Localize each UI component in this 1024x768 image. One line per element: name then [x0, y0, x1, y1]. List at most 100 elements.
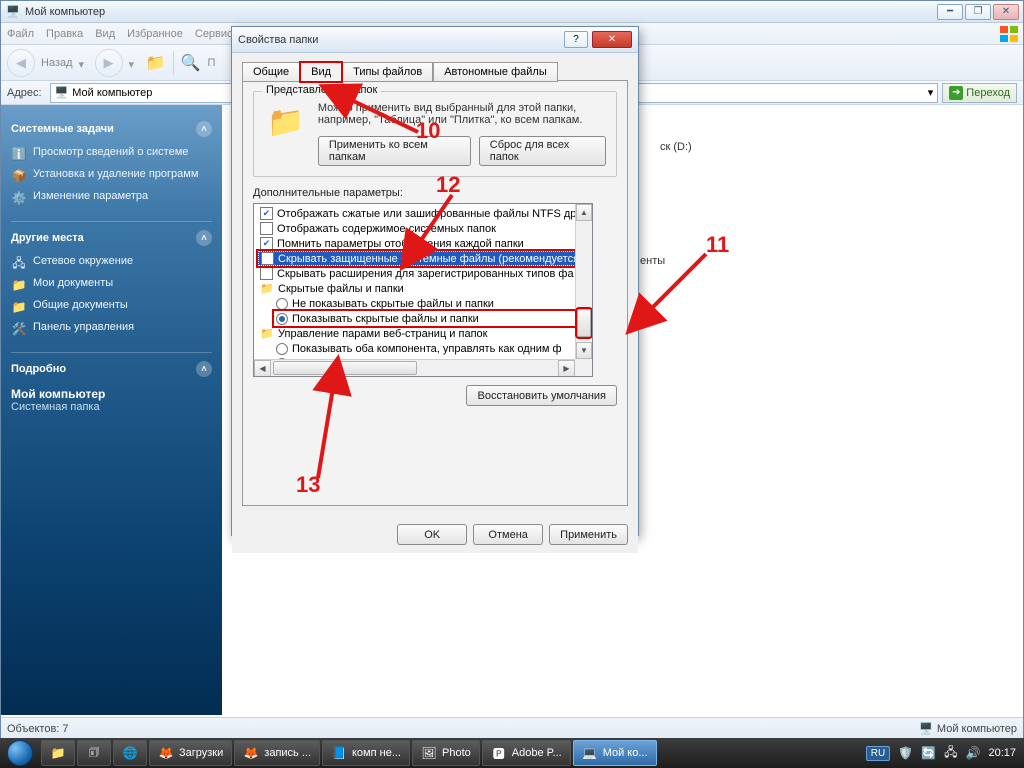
start-button[interactable]	[0, 738, 40, 768]
tab-view[interactable]: Вид	[300, 62, 342, 82]
tab-general[interactable]: Общие	[242, 62, 300, 82]
computer-icon: 🖥️	[919, 722, 933, 735]
back-button[interactable]: ◀	[7, 49, 35, 77]
menu-favorites[interactable]: Избранное	[127, 28, 183, 40]
group-text-2: например, "Таблица" или "Плитка", ко все…	[318, 114, 606, 126]
tray-network-icon[interactable]: 🖧	[944, 743, 957, 764]
sidebar-item-settings[interactable]: ⚙️Изменение параметра	[11, 187, 212, 209]
folder-view-icon: 📁	[264, 102, 308, 142]
gear-icon: ⚙️	[11, 190, 27, 206]
tree-checkbox-option[interactable]: Отображать содержимое системных папок	[258, 221, 590, 236]
go-button[interactable]: ➔ Переход	[942, 83, 1017, 103]
menu-view[interactable]: Вид	[95, 28, 115, 40]
tray-updates-icon[interactable]: 🔄	[921, 746, 936, 760]
item-disk-d[interactable]: ск (D:)	[660, 141, 692, 153]
up-folder-icon[interactable]: 📁	[145, 52, 167, 74]
taskbar-item[interactable]: 📁	[41, 740, 75, 766]
sidebar-item-sysinfo[interactable]: ℹ️Просмотр сведений о системе	[11, 143, 212, 165]
tree-checkbox-option[interactable]: Скрывать расширения для зарегистрированн…	[258, 266, 590, 281]
checkbox-icon[interactable]	[260, 222, 273, 235]
tree-radio-option[interactable]: Показывать скрытые файлы и папки	[274, 311, 590, 326]
horizontal-scrollbar[interactable]: ◀ ▶	[254, 359, 575, 376]
menu-tools[interactable]: Сервис	[195, 28, 233, 40]
taskbar-item[interactable]: 🖼Photo	[412, 740, 480, 766]
back-dropdown-icon[interactable]: ▾	[79, 58, 89, 68]
advanced-params-list[interactable]: ✔ Отображать сжатые или зашифрованные фай…	[253, 203, 593, 377]
sidebar-item-network[interactable]: 🖧Сетевое окружение	[11, 252, 212, 274]
taskbar-item[interactable]: 📘комп не...	[322, 740, 410, 766]
tree-checkbox-option[interactable]: ✔Помнить параметры отображения каждой па…	[258, 236, 590, 251]
tray-security-icon[interactable]: 🛡️	[898, 746, 913, 760]
taskbar-item[interactable]: 🅿Adobe P...	[482, 740, 571, 766]
close-button[interactable]: ✕	[993, 4, 1019, 20]
scroll-left-button[interactable]: ◀	[254, 360, 271, 377]
checkbox-icon[interactable]	[260, 267, 273, 280]
minimize-button[interactable]: ━	[937, 4, 963, 20]
tree-checkbox-option[interactable]: ✔ Отображать сжатые или зашифрованные фай…	[258, 206, 590, 221]
chevron-up-icon[interactable]: ˄	[196, 230, 212, 246]
menu-file[interactable]: Файл	[7, 28, 34, 40]
checkbox-icon[interactable]	[261, 252, 274, 265]
sidebar-item-shareddocs[interactable]: 📁Общие документы	[11, 296, 212, 318]
tree-radio-option[interactable]: Показывать оба компонента, управлять как…	[274, 341, 590, 356]
radio-icon[interactable]	[276, 343, 288, 355]
start-orb-icon	[7, 740, 33, 766]
chevron-up-icon[interactable]: ˄	[196, 361, 212, 377]
app-icon: 🅿	[491, 745, 507, 761]
radio-icon[interactable]	[276, 298, 288, 310]
tab-offline[interactable]: Автономные файлы	[433, 62, 558, 82]
system-tray: RU 🛡️ 🔄 🖧 🔊 20:17	[858, 743, 1024, 764]
scroll-up-button[interactable]: ▲	[576, 204, 592, 221]
panel-other-places-header[interactable]: Другие места ˄	[11, 230, 212, 246]
taskbar-item[interactable]: 🌐	[113, 740, 147, 766]
sidebar-item-addremove[interactable]: 📦Установка и удаление программ	[11, 165, 212, 187]
dialog-titlebar[interactable]: Свойства папки ? ✕	[232, 27, 638, 53]
package-icon: 📦	[11, 168, 27, 184]
scroll-thumb[interactable]	[577, 309, 591, 337]
dialog-close-button[interactable]: ✕	[592, 31, 632, 48]
reset-all-folders-button[interactable]: Сброс для всех папок	[479, 136, 606, 166]
scroll-down-button[interactable]: ▼	[576, 342, 592, 359]
tree-checkbox-option[interactable]: Скрывать защищенные системные файлы (рек…	[258, 251, 590, 266]
scroll-right-button[interactable]: ▶	[558, 360, 575, 377]
checkbox-icon[interactable]: ✔	[260, 207, 273, 220]
dialog-help-button[interactable]: ?	[564, 31, 588, 48]
taskbar-item[interactable]: 💻Мой ко...	[573, 740, 657, 766]
network-icon: 🖧	[11, 255, 27, 271]
sidebar-item-controlpanel[interactable]: 🛠️Панель управления	[11, 318, 212, 340]
chevron-up-icon[interactable]: ˄	[196, 121, 212, 137]
radio-icon[interactable]	[276, 313, 288, 325]
app-icon: 🌐	[122, 745, 138, 761]
tree-radio-option[interactable]: Не показывать скрытые файлы и папки	[274, 296, 590, 311]
group-legend: Представление папок	[262, 84, 381, 96]
taskbar-item[interactable]: 🗊	[77, 740, 111, 766]
item-docs[interactable]: енты	[640, 255, 665, 267]
panel-details-header[interactable]: Подробно ˄	[11, 361, 212, 377]
taskbar-item[interactable]: 🦊запись ...	[234, 740, 320, 766]
forward-button[interactable]: ▶	[95, 49, 123, 77]
apply-button[interactable]: Применить	[549, 524, 628, 545]
maximize-button[interactable]: ❐	[965, 4, 991, 20]
tray-volume-icon[interactable]: 🔊	[966, 746, 981, 760]
vertical-scrollbar[interactable]: ▲ ▼	[575, 204, 592, 359]
apply-all-folders-button[interactable]: Применить ко всем папкам	[318, 136, 471, 166]
forward-dropdown-icon[interactable]: ▾	[129, 58, 139, 68]
cancel-button[interactable]: Отмена	[473, 524, 543, 545]
option-label: Не показывать скрытые файлы и папки	[292, 298, 494, 310]
search-icon[interactable]: 🔍	[180, 52, 202, 74]
taskbar-item[interactable]: 🦊Загрузки	[149, 740, 232, 766]
language-indicator[interactable]: RU	[866, 746, 890, 761]
panel-system-tasks-header[interactable]: Системные задачи ˄	[11, 121, 212, 137]
option-label: Отображать сжатые или зашифрованные файл…	[277, 208, 576, 220]
checkbox-icon[interactable]: ✔	[260, 237, 273, 250]
hscroll-thumb[interactable]	[273, 361, 417, 375]
tab-strip: Общие Вид Типы файлов Автономные файлы	[242, 61, 628, 81]
tab-filetypes[interactable]: Типы файлов	[342, 62, 433, 82]
sidebar-item-mydocs[interactable]: 📁Мои документы	[11, 274, 212, 296]
tray-clock[interactable]: 20:17	[988, 747, 1016, 759]
titlebar[interactable]: 🖥️ Мой компьютер ━ ❐ ✕	[1, 1, 1023, 23]
restore-defaults-button[interactable]: Восстановить умолчания	[466, 385, 617, 406]
menu-edit[interactable]: Правка	[46, 28, 83, 40]
address-dropdown-icon[interactable]: ▾	[928, 86, 934, 99]
ok-button[interactable]: OK	[397, 524, 467, 545]
